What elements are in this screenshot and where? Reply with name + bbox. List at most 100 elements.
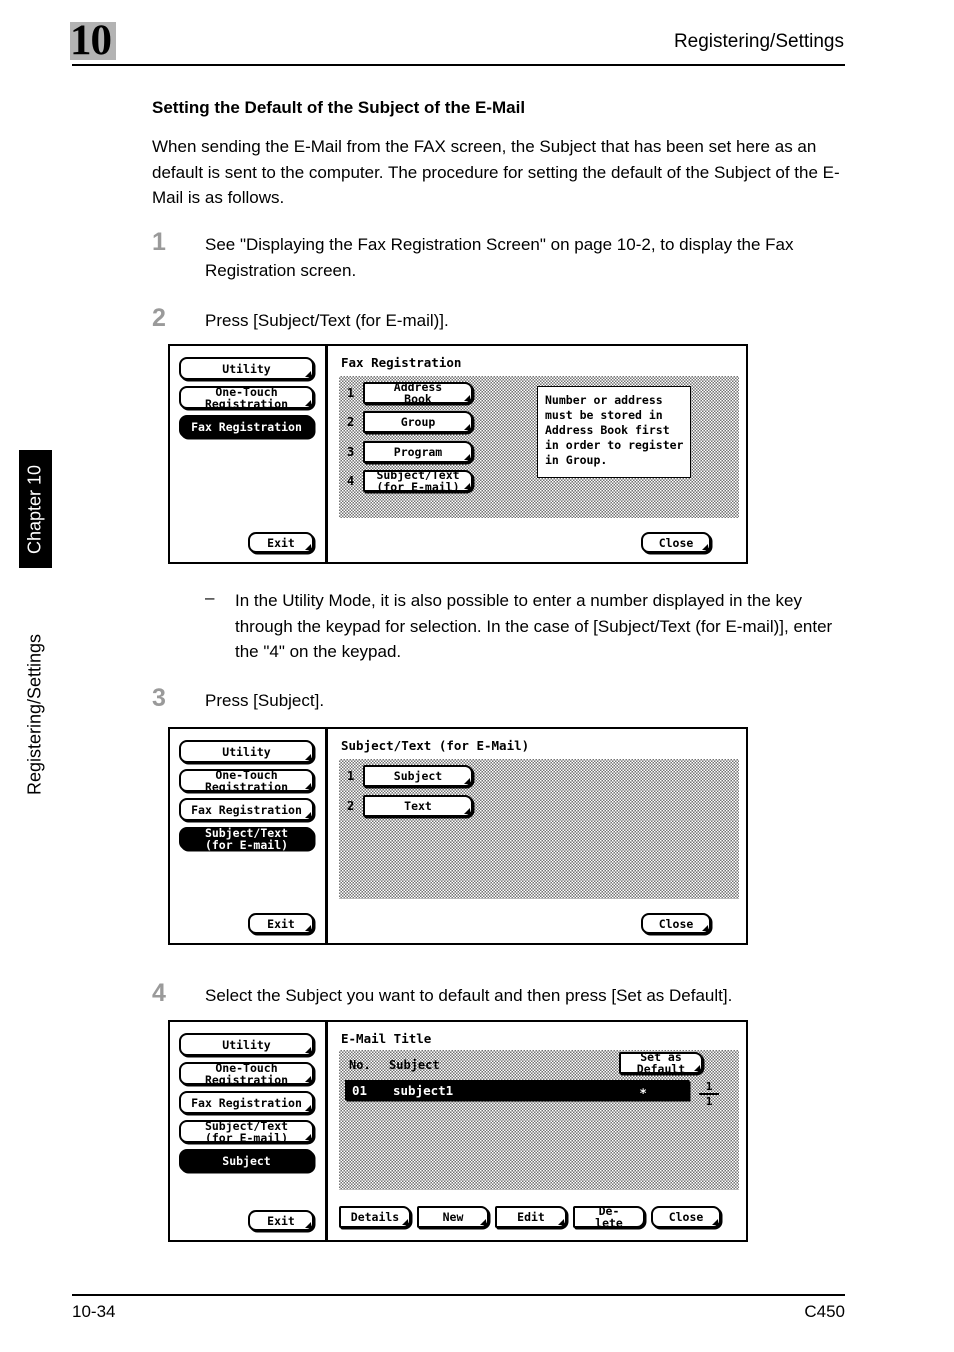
screen1-menu-group-label: Group <box>400 415 436 429</box>
header-rule <box>72 64 845 66</box>
screen1-exit-label: Exit <box>267 535 295 550</box>
screen3-close-button[interactable]: Close <box>651 1206 721 1228</box>
corner-fold-icon <box>305 400 311 406</box>
screen3-exit-button[interactable]: Exit <box>248 1210 314 1231</box>
section-side-label-text: Registering/Settings <box>24 633 45 796</box>
section-side-label: Registering/Settings <box>19 600 52 830</box>
screen2-sidebar-subject-text[interactable]: Subject/Text (for E-mail) <box>179 825 314 852</box>
corner-fold-icon <box>464 808 470 814</box>
screen1-sidebar-fax-registration-label: Fax Registration <box>191 419 302 434</box>
corner-fold-icon <box>305 783 311 789</box>
screen-fax-registration: Utility One-Touch Registration Fax Regis… <box>168 344 748 564</box>
screen-email-title: Utility One-Touch Registration Fax Regis… <box>168 1020 748 1242</box>
screen1-close-button[interactable]: Close <box>641 532 711 553</box>
screen3-sidebar-subject-text-label: Subject/Text (for E-mail) <box>204 1118 289 1145</box>
corner-fold-icon <box>702 544 708 550</box>
screen3-sidebar-subject[interactable]: Subject <box>179 1149 314 1172</box>
corner-fold-icon <box>305 1047 311 1053</box>
screen2-sidebar-subject-text-label: Subject/Text (for E-mail) <box>204 825 289 852</box>
screen1-sidebar-utility[interactable]: Utility <box>179 357 314 380</box>
screen1-menu-program-label: Program <box>393 445 443 459</box>
screen2-sidebar-one-touch-registration[interactable]: One-Touch Registration <box>179 767 314 794</box>
screen3-row-subject: subject1 <box>393 1083 454 1098</box>
corner-fold-icon <box>694 1065 700 1071</box>
screen2-menu-text[interactable]: Text <box>363 795 473 817</box>
screen1-info-box: Number or address must be stored in Addr… <box>537 386 691 478</box>
table-row[interactable]: 01 subject1 ∗ <box>345 1080 689 1100</box>
screen3-row-default-mark: ∗ <box>639 1083 647 1098</box>
screen2-main: Subject/Text (for E-Mail) 1 Subject 2 Te… <box>331 729 746 943</box>
screen3-sidebar-fax-registration[interactable]: Fax Registration <box>179 1091 314 1114</box>
screen3-set-as-default-label: Set as Default <box>636 1050 686 1076</box>
step-2-text: Press [Subject/Text (for E-mail)]. <box>205 311 449 330</box>
corner-fold-icon <box>305 1134 311 1140</box>
screen3-pager-current: 1 <box>699 1080 719 1095</box>
step-4-text: Select the Subject you want to default a… <box>205 986 733 1005</box>
screen3-sidebar: Utility One-Touch Registration Fax Regis… <box>170 1022 328 1240</box>
screen3-sidebar-utility-label: Utility <box>222 1037 271 1052</box>
header-title: Registering/Settings <box>673 31 844 52</box>
screen1-exit-button[interactable]: Exit <box>248 532 314 553</box>
screen1-sidebar-one-touch-registration[interactable]: One-Touch Registration <box>179 386 314 410</box>
screen3-details-button[interactable]: Details <box>339 1206 411 1228</box>
step-1-number: 1 <box>152 228 166 256</box>
corner-fold-icon <box>702 925 708 931</box>
screen3-new-button[interactable]: New <box>417 1206 489 1228</box>
corner-fold-icon <box>305 1222 311 1228</box>
screen3-sidebar-fax-registration-label: Fax Registration <box>191 1095 302 1110</box>
screen3-delete-button[interactable]: De- lete <box>573 1205 645 1229</box>
screen3-edit-button[interactable]: Edit <box>495 1206 567 1228</box>
screen2-close-button[interactable]: Close <box>641 913 711 934</box>
screen-subject-text: Utility One-Touch Registration Fax Regis… <box>168 727 748 945</box>
screen3-main: E-Mail Title No. Subject Set as Default … <box>331 1022 746 1240</box>
footer-model-name: C450 <box>804 1302 845 1321</box>
screen1-main: Fax Registration 1 Address Book 2 Group … <box>331 346 746 562</box>
note-text: In the Utility Mode, it is also possible… <box>235 591 833 661</box>
footer-page-number: 10-34 <box>72 1302 116 1321</box>
corner-fold-icon <box>464 454 470 460</box>
screen2-exit-button[interactable]: Exit <box>248 913 314 934</box>
screen3-sidebar-utility[interactable]: Utility <box>179 1033 314 1056</box>
step-1-text: See "Displaying the Fax Registration Scr… <box>205 235 794 280</box>
screen3-column-subject: Subject <box>389 1058 440 1072</box>
screen3-pager: 1 1 <box>699 1080 719 1108</box>
screen2-menu-subject[interactable]: Subject <box>363 765 473 787</box>
note-dash: – <box>205 588 215 607</box>
screen1-menu-program[interactable]: Program <box>363 441 473 463</box>
screen1-sidebar-utility-label: Utility <box>222 361 271 376</box>
screen1-menu-group[interactable]: Group <box>363 411 473 433</box>
screen2-sidebar-utility[interactable]: Utility <box>179 740 314 763</box>
screen2-menu-text-label: Text <box>404 799 432 813</box>
screen1-menu-subject-text[interactable]: Subject/Text (for E-mail) <box>363 469 473 493</box>
screen2-menu-index-2: 2 <box>347 799 355 813</box>
screen2-title: Subject/Text (for E-Mail) <box>341 738 530 753</box>
screen3-set-as-default-button[interactable]: Set as Default <box>619 1050 703 1076</box>
screen2-menu-subject-label: Subject <box>393 769 443 783</box>
chapter-side-tab: Chapter 10 <box>19 450 52 568</box>
screen3-sidebar-one-touch-registration[interactable]: One-Touch Registration <box>179 1062 314 1086</box>
screen3-new-label: New <box>442 1210 464 1224</box>
screen3-sidebar-subject-text[interactable]: Subject/Text (for E-mail) <box>179 1118 314 1145</box>
screen1-menu-index-1: 1 <box>347 386 355 400</box>
screen2-sidebar-fax-registration[interactable]: Fax Registration <box>179 798 314 821</box>
page-header: 10 Registering/Settings <box>0 0 954 80</box>
corner-fold-icon <box>305 812 311 818</box>
screen2-sidebar-one-touch-registration-label: One-Touch Registration <box>204 767 289 794</box>
screen2-sidebar-fax-registration-label: Fax Registration <box>191 802 302 817</box>
step-3-number: 3 <box>152 684 166 712</box>
corner-fold-icon <box>464 424 470 430</box>
corner-fold-icon <box>480 1219 486 1225</box>
section-heading: Setting the Default of the Subject of th… <box>152 98 526 117</box>
screen1-title: Fax Registration <box>341 355 462 370</box>
screen3-column-no: No. <box>349 1058 371 1072</box>
corner-fold-icon <box>712 1219 718 1225</box>
screen1-sidebar-fax-registration[interactable]: Fax Registration <box>179 415 314 438</box>
corner-fold-icon <box>464 483 470 489</box>
screen3-sidebar-subject-label: Subject <box>222 1153 271 1168</box>
screen2-close-label: Close <box>658 916 694 931</box>
corner-fold-icon <box>305 754 311 760</box>
screen1-menu-address-book[interactable]: Address Book <box>363 381 473 405</box>
screen3-title: E-Mail Title <box>341 1031 432 1046</box>
screen1-sidebar: Utility One-Touch Registration Fax Regis… <box>170 346 328 562</box>
corner-fold-icon <box>305 371 311 377</box>
